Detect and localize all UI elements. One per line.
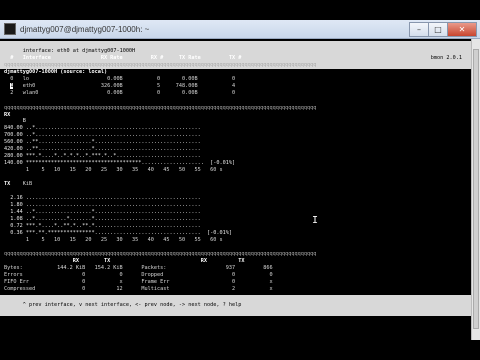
tx-graph-line: 0.72 ***.*....*..**.*..**.*.............… bbox=[4, 223, 201, 229]
rx-graph-line: 140.00 *********************************… bbox=[4, 160, 236, 166]
host-line: djmattyg007-1000H (source: local) bbox=[4, 69, 108, 75]
bottom-letterbox bbox=[0, 340, 480, 360]
help-footer: ^ prev interface, v next interface, <- p… bbox=[0, 295, 472, 316]
rx-graph-line: 560.00 ..**.................*...........… bbox=[4, 139, 201, 145]
divider: qqqqqqqqqqqqqqqqqqqqqqqqqqqqqqqqqqqqqqqq… bbox=[4, 105, 317, 111]
interface-values: eth0 326.00B 5 748.00B 4 bbox=[13, 83, 236, 89]
stats-header: RX TX RX TX bbox=[4, 258, 245, 264]
tx-time-axis: 1 5 10 15 20 25 30 35 40 45 50 55 60 s bbox=[4, 237, 223, 243]
terminal-window: djmattyg007@djmattyg007-1000h: ~ – □ ✕ i… bbox=[0, 20, 480, 340]
tx-graph-line: 1.44 ..*..................*.............… bbox=[4, 209, 201, 215]
interface-values: lo 0.00B 0 0.00B 0 bbox=[13, 76, 236, 82]
help-text: ^ prev interface, v next interface, <- p… bbox=[22, 302, 242, 308]
minimize-button[interactable]: – bbox=[409, 22, 429, 37]
maximize-button[interactable]: □ bbox=[428, 22, 448, 37]
close-button[interactable]: ✕ bbox=[447, 22, 477, 37]
tx-graph-line: 1.80 ...................................… bbox=[4, 202, 201, 208]
interface-row[interactable]: 0 lo 0.00B 0 0.00B 0 bbox=[4, 76, 235, 83]
stats-row: FIFO Err 0 x Frame Err 0 x bbox=[4, 279, 273, 285]
top-letterbox bbox=[0, 0, 480, 20]
divider: qqqqqqqqqqqqqqqqqqqqqqqqqqqqqqqqqqqqqqqq… bbox=[4, 62, 317, 68]
text-cursor-icon: I bbox=[312, 215, 319, 226]
interface-row[interactable]: 2 wlan0 0.00B 0 0.00B 0 bbox=[4, 90, 235, 97]
rx-graph-line: 280.00 ***.*....*..*.*.*..*.***.*..*....… bbox=[4, 153, 201, 159]
vertical-scrollbar[interactable] bbox=[471, 39, 480, 340]
terminal-screen[interactable]: interface: eth0 at djmattyg007-1000H bmo… bbox=[0, 39, 472, 340]
terminal-icon bbox=[4, 23, 16, 35]
scrollbar-thumb[interactable] bbox=[473, 49, 479, 329]
tx-unit: KiB bbox=[4, 181, 33, 187]
rx-graph-line: 420.00 ..**.................*...........… bbox=[4, 146, 201, 152]
interface-status: interface: eth0 at djmattyg007-1000H bbox=[22, 48, 136, 54]
interface-table-header: # Interface RX Rate RX # TX Rate TX # bbox=[4, 55, 242, 61]
rx-graph-line: 700.00 ..*..............................… bbox=[4, 132, 201, 138]
tx-graph-line: 1.08 ..*..........*.......*.............… bbox=[4, 216, 201, 222]
rx-graph-line: B bbox=[4, 118, 26, 124]
stats-row: Bytes: 144.2 KiB 154.2 KiB Packets: 937 … bbox=[4, 265, 273, 271]
interface-values: wlan0 0.00B 0 0.00B 0 bbox=[13, 90, 236, 96]
title-bar[interactable]: djmattyg007@djmattyg007-1000h: ~ – □ ✕ bbox=[0, 20, 480, 39]
stats-row: Errors 0 0 Dropped 0 0 bbox=[4, 272, 273, 278]
tx-graph-line: 2.16 ...................................… bbox=[4, 195, 201, 201]
tx-graph-line: 0.36 ***.**.***************.............… bbox=[4, 230, 232, 236]
window-title: djmattyg007@djmattyg007-1000h: ~ bbox=[20, 24, 150, 34]
app-version: bmon 2.0.1 bbox=[430, 55, 462, 61]
rx-time-axis: 1 5 10 15 20 25 30 35 40 45 50 55 60 s bbox=[4, 167, 223, 173]
stats-row: Compressed 0 12 Multicast 2 x bbox=[4, 286, 273, 292]
rx-graph-line: 840.00 ..*..............................… bbox=[4, 125, 201, 131]
interface-row[interactable]: 1 eth0 326.00B 5 748.00B 4 bbox=[4, 83, 235, 90]
divider: qqqqqqqqqqqqqqqqqqqqqqqqqqqqqqqqqqqqqqqq… bbox=[4, 251, 317, 257]
